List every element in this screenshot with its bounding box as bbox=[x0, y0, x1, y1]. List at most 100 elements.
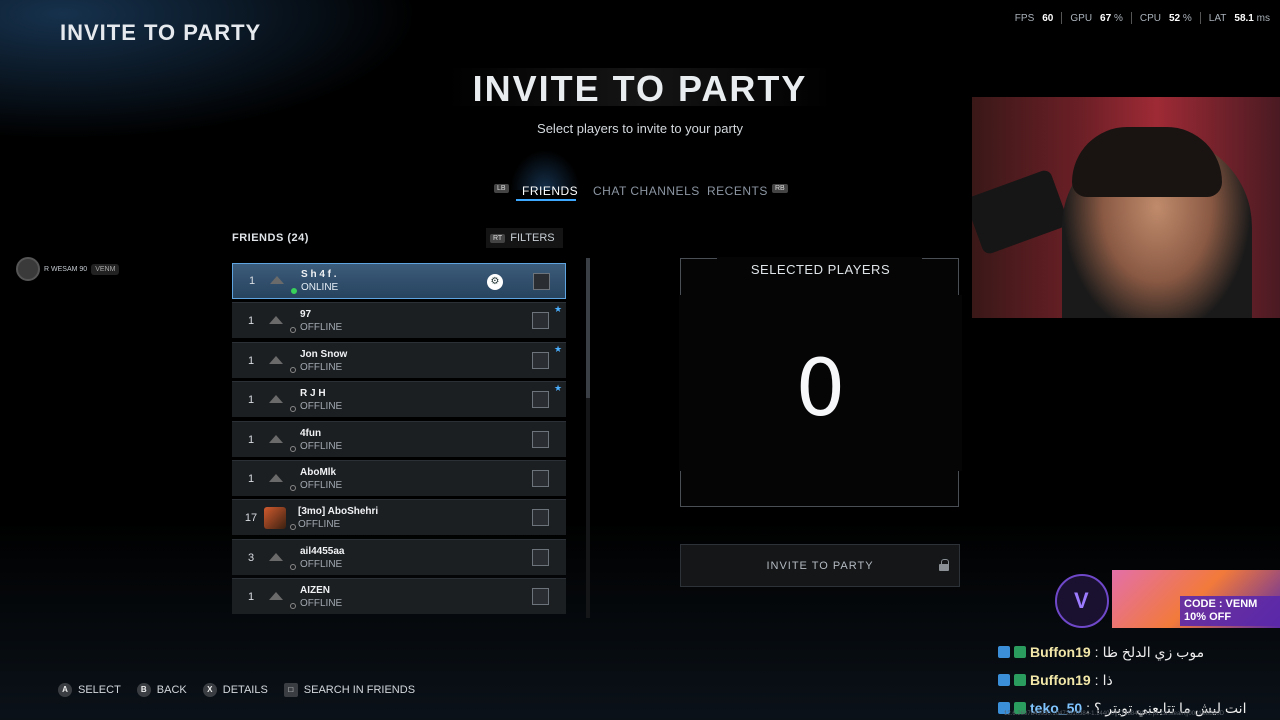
gpu-value: 67 bbox=[1100, 12, 1112, 24]
rb-button-icon[interactable]: RB bbox=[772, 184, 788, 193]
player-name: 4fun bbox=[300, 427, 322, 439]
lock-icon bbox=[939, 559, 949, 571]
sub-badge-icon bbox=[1014, 646, 1026, 658]
friend-row[interactable]: 1 Jon Snow OFFLINE ★ bbox=[232, 342, 566, 378]
select-checkbox[interactable] bbox=[532, 549, 549, 566]
player-info: [3mo] AboShehri OFFLINE bbox=[298, 506, 378, 530]
friend-row[interactable]: 1 AIZEN OFFLINE bbox=[232, 578, 566, 614]
chat-user: Buffon19 bbox=[1030, 672, 1091, 688]
select-checkbox[interactable] bbox=[533, 273, 550, 290]
performance-overlay: FPS 60 GPU 67 % CPU 52 % LAT 58.1 ms bbox=[1015, 12, 1270, 24]
lat-unit: ms bbox=[1256, 12, 1270, 24]
offline-indicator-icon bbox=[290, 327, 296, 333]
online-indicator-icon bbox=[291, 288, 297, 294]
chat-separator: : bbox=[1094, 672, 1099, 688]
player-info: 97 OFFLINE bbox=[300, 309, 342, 333]
select-checkbox[interactable] bbox=[532, 312, 549, 329]
player-info: S h 4 f . ONLINE bbox=[301, 269, 338, 293]
fps-value: 60 bbox=[1042, 12, 1054, 24]
tab-recents[interactable]: RECENTS bbox=[707, 184, 768, 198]
select-checkbox[interactable] bbox=[532, 588, 549, 605]
player-status: OFFLINE bbox=[300, 479, 343, 491]
streamer-hair bbox=[1072, 127, 1222, 197]
offline-indicator-icon bbox=[290, 406, 296, 412]
offline-indicator-icon bbox=[290, 524, 296, 530]
chat-message: Buffon19: موب زي الدلخ ظا bbox=[998, 638, 1280, 666]
rank-emblem-icon bbox=[266, 472, 286, 486]
sub-badge-icon bbox=[1014, 674, 1026, 686]
player-info: R J H OFFLINE bbox=[300, 388, 342, 412]
favorite-star-icon: ★ bbox=[554, 344, 563, 354]
webcam-overlay bbox=[972, 97, 1280, 318]
tab-active-indicator bbox=[516, 199, 576, 201]
offline-indicator-icon bbox=[290, 485, 296, 491]
player-rank: 1 bbox=[247, 314, 255, 327]
select-checkbox[interactable] bbox=[532, 431, 549, 448]
gpu-unit: % bbox=[1113, 12, 1123, 24]
cpu-value: 52 bbox=[1168, 12, 1181, 24]
scrollbar-thumb[interactable] bbox=[586, 258, 590, 398]
rank-emblem-icon bbox=[266, 314, 286, 328]
select-checkbox[interactable] bbox=[532, 391, 549, 408]
friend-row[interactable]: 1 AboMlk OFFLINE bbox=[232, 460, 566, 496]
search-prompt[interactable]: □ SEARCH IN FRIENDS bbox=[283, 683, 415, 697]
cpu-unit: % bbox=[1182, 12, 1192, 24]
friend-list-scrollbar[interactable] bbox=[586, 258, 590, 618]
chat-message: Buffon19: ذا bbox=[998, 666, 1280, 694]
filters-button[interactable]: RT FILTERS bbox=[486, 228, 563, 248]
details-prompt[interactable]: X DETAILS bbox=[202, 683, 268, 697]
player-status: OFFLINE bbox=[300, 361, 343, 373]
friend-row[interactable]: 1 S h 4 f . ONLINE ⚙ bbox=[232, 263, 566, 299]
offline-indicator-icon bbox=[290, 446, 296, 452]
player-rank: 3 bbox=[247, 551, 255, 564]
friend-row[interactable]: 1 4fun OFFLINE bbox=[232, 421, 566, 457]
select-checkbox[interactable] bbox=[532, 509, 549, 526]
player-info: ail4455aa OFFLINE bbox=[300, 546, 345, 570]
microphone-arm bbox=[972, 168, 1070, 256]
player-info: AIZEN OFFLINE bbox=[300, 585, 342, 609]
prime-badge-icon bbox=[998, 674, 1010, 686]
prime-badge-icon bbox=[998, 646, 1010, 658]
rank-emblem-icon bbox=[266, 551, 286, 565]
build-id: 12.6.2607843930.10472810384-1.1440.0||77… bbox=[1004, 711, 1225, 717]
select-checkbox[interactable] bbox=[532, 352, 549, 369]
invite-to-party-button[interactable]: INVITE TO PARTY bbox=[680, 544, 960, 587]
page-title: INVITE TO PARTY bbox=[448, 68, 832, 109]
cpu-label: CPU bbox=[1139, 12, 1161, 24]
offline-indicator-icon bbox=[290, 367, 296, 373]
select-prompt[interactable]: A SELECT bbox=[58, 683, 121, 697]
select-checkbox[interactable] bbox=[532, 470, 549, 487]
view-button-icon: □ bbox=[283, 683, 298, 697]
lb-button-icon[interactable]: LB bbox=[494, 184, 509, 193]
favorite-star-icon: ★ bbox=[554, 304, 563, 314]
x-button-icon: X bbox=[202, 683, 217, 697]
player-status: OFFLINE bbox=[298, 518, 341, 530]
favorite-star-icon: ★ bbox=[554, 383, 563, 393]
divider bbox=[1061, 12, 1063, 24]
player-info: 4fun OFFLINE bbox=[300, 428, 342, 452]
corner-title: INVITE TO PARTY bbox=[60, 20, 262, 45]
player-info: Jon Snow OFFLINE bbox=[300, 349, 347, 373]
player-status: OFFLINE bbox=[300, 400, 343, 412]
player-name: AboMlk bbox=[300, 466, 337, 478]
player-info: AboMlk OFFLINE bbox=[300, 467, 342, 491]
friend-row[interactable]: 1 97 OFFLINE ★ bbox=[232, 302, 566, 338]
player-status: OFFLINE bbox=[300, 440, 343, 452]
friend-row[interactable]: 1 R J H OFFLINE ★ bbox=[232, 381, 566, 417]
prompt-label: SELECT bbox=[78, 684, 121, 696]
stream-chat: Buffon19: موب زي الدلخ ظا Buffon19: ذا t… bbox=[998, 638, 1280, 720]
friend-row[interactable]: 3 ail4455aa OFFLINE bbox=[232, 539, 566, 575]
player-name: R J H bbox=[300, 387, 326, 399]
invite-button-label: INVITE TO PARTY bbox=[766, 559, 874, 572]
tab-friends[interactable]: FRIENDS bbox=[522, 184, 578, 198]
back-prompt[interactable]: B BACK bbox=[136, 683, 187, 697]
user-name: R WESAM 90 bbox=[44, 265, 88, 273]
player-name: ail4455aa bbox=[300, 545, 345, 557]
player-status: OFFLINE bbox=[300, 321, 343, 333]
filters-label: FILTERS bbox=[510, 232, 555, 244]
friend-row[interactable]: 17 [3mo] AboShehri OFFLINE bbox=[232, 499, 566, 535]
rt-button-icon: RT bbox=[490, 233, 506, 243]
player-name: 97 bbox=[300, 308, 312, 320]
friend-list: 1S h 4 f . ONLINE ⚙ 1 97 OFFLINE ★ 1 Jon Snow OFF… bbox=[232, 263, 566, 623]
tab-chat-channels[interactable]: CHAT CHANNELS bbox=[593, 184, 700, 198]
